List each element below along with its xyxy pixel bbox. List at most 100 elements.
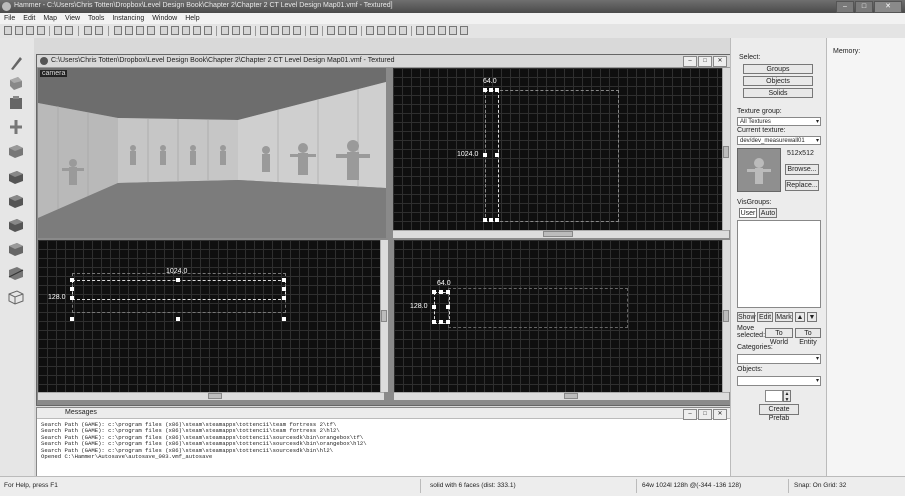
camera-tool-icon[interactable] bbox=[6, 94, 26, 112]
objects-button[interactable]: Objects bbox=[743, 76, 813, 86]
redo-icon[interactable] bbox=[95, 26, 103, 35]
block-tool-icon[interactable] bbox=[6, 142, 26, 160]
decal-tool-icon[interactable] bbox=[6, 216, 26, 234]
grid-icon[interactable] bbox=[4, 26, 12, 35]
menu-instancing[interactable]: Instancing bbox=[108, 13, 148, 24]
side-viewport[interactable]: 64.0 128.0 bbox=[394, 240, 724, 392]
texture-scale-lock-icon[interactable] bbox=[147, 26, 155, 35]
camera-icon[interactable] bbox=[416, 26, 424, 35]
decal-icon[interactable] bbox=[204, 26, 212, 35]
options-icon[interactable] bbox=[460, 26, 468, 35]
smaller-grid-icon[interactable] bbox=[26, 26, 34, 35]
maximize-button[interactable]: □ bbox=[855, 1, 873, 13]
prefab-count-field[interactable] bbox=[765, 390, 783, 402]
undo-icon[interactable] bbox=[84, 26, 92, 35]
texture-app-tool-icon[interactable] bbox=[6, 168, 26, 186]
messages-maximize-button[interactable]: □ bbox=[698, 409, 712, 420]
carve-icon[interactable] bbox=[54, 26, 62, 35]
cut-icon[interactable] bbox=[221, 26, 229, 35]
fit-view-icon[interactable] bbox=[310, 26, 318, 35]
solids-button[interactable]: Solids bbox=[743, 88, 813, 98]
top-hscroll-thumb[interactable] bbox=[543, 231, 573, 237]
check-problems-icon[interactable] bbox=[388, 26, 396, 35]
clipping-tool-icon[interactable] bbox=[6, 264, 26, 282]
toggle-models-icon[interactable] bbox=[327, 26, 335, 35]
categories-select[interactable]: ▾ bbox=[737, 354, 821, 364]
texture-lock-icon[interactable] bbox=[136, 26, 144, 35]
to-entity-button[interactable]: To Entity bbox=[795, 328, 821, 346]
compile-icon[interactable] bbox=[366, 26, 374, 35]
selection-icon[interactable] bbox=[160, 26, 168, 35]
hide-icon[interactable] bbox=[114, 26, 122, 35]
menu-edit[interactable]: Edit bbox=[19, 13, 39, 24]
menu-help[interactable]: Help bbox=[181, 13, 203, 24]
top-viewport-hscroll[interactable] bbox=[393, 230, 729, 238]
side-viewport-hscroll[interactable] bbox=[394, 392, 729, 400]
toggle-groups-icon[interactable] bbox=[349, 26, 357, 35]
current-texture-select[interactable]: dev/dev_measurewall01 ▾ bbox=[737, 136, 821, 145]
prefab-icon[interactable] bbox=[449, 26, 457, 35]
copy-icon[interactable] bbox=[232, 26, 240, 35]
doc-close-button[interactable]: ✕ bbox=[713, 56, 727, 67]
flat-icon[interactable] bbox=[271, 26, 279, 35]
close-button[interactable]: ✕ bbox=[874, 1, 902, 13]
texture-icon[interactable] bbox=[193, 26, 201, 35]
top-viewport-vscroll[interactable] bbox=[722, 68, 730, 230]
minimize-button[interactable]: – bbox=[836, 1, 854, 13]
front-hscroll-thumb[interactable] bbox=[208, 393, 222, 399]
front-viewport-hscroll[interactable] bbox=[38, 392, 384, 400]
entity-report-icon[interactable] bbox=[399, 26, 407, 35]
messages-close-button[interactable]: ✕ bbox=[713, 409, 727, 420]
doc-minimize-button[interactable]: – bbox=[683, 56, 697, 67]
group-icon[interactable] bbox=[65, 26, 73, 35]
messages-minimize-button[interactable]: – bbox=[683, 409, 697, 420]
prefab-spin-icon[interactable]: ▲ ▼ bbox=[783, 390, 791, 403]
wireframe-icon[interactable] bbox=[260, 26, 268, 35]
selection-tool-icon[interactable] bbox=[6, 54, 26, 72]
texture-group-select[interactable]: All Textures ▾ bbox=[737, 117, 821, 126]
doc-maximize-button[interactable]: □ bbox=[698, 56, 712, 67]
menu-file[interactable]: File bbox=[0, 13, 19, 24]
tab-user[interactable]: User bbox=[739, 208, 757, 218]
edit-button[interactable]: Edit bbox=[757, 312, 773, 322]
entity-icon[interactable] bbox=[171, 26, 179, 35]
show-button[interactable]: Show bbox=[737, 312, 756, 322]
top-viewport[interactable]: 64.0 1024.0 bbox=[393, 68, 729, 230]
menu-tools[interactable]: Tools bbox=[84, 13, 108, 24]
create-prefab-button[interactable]: Create Prefab bbox=[759, 404, 799, 422]
front-viewport[interactable]: 1024.0 128.0 bbox=[38, 240, 384, 392]
top-vscroll-thumb[interactable] bbox=[723, 146, 729, 158]
lighting-icon[interactable] bbox=[293, 26, 301, 35]
textured-icon[interactable] bbox=[282, 26, 290, 35]
map-info-icon[interactable] bbox=[427, 26, 435, 35]
replace-button[interactable]: Replace... bbox=[785, 180, 819, 191]
to-world-button[interactable]: To World bbox=[765, 328, 793, 346]
magnify-tool-icon[interactable] bbox=[6, 74, 26, 92]
front-vscroll-thumb[interactable] bbox=[381, 310, 387, 322]
objects-select[interactable]: ▾ bbox=[737, 376, 821, 386]
menu-view[interactable]: View bbox=[61, 13, 84, 24]
overlay-tool-icon[interactable] bbox=[6, 240, 26, 258]
grid-toggle-icon[interactable] bbox=[15, 26, 23, 35]
run-map-icon[interactable] bbox=[377, 26, 385, 35]
instancing-icon[interactable] bbox=[438, 26, 446, 35]
mark-button[interactable]: Mark bbox=[775, 312, 793, 322]
menu-window[interactable]: Window bbox=[148, 13, 181, 24]
move-up-icon[interactable]: ▲ bbox=[795, 312, 805, 322]
toggle-helpers-icon[interactable] bbox=[338, 26, 346, 35]
visgroups-list[interactable] bbox=[737, 220, 821, 308]
camera-viewport[interactable]: camera bbox=[38, 68, 386, 238]
menu-map[interactable]: Map bbox=[39, 13, 61, 24]
side-vscroll-thumb[interactable] bbox=[723, 310, 729, 322]
vertex-tool-icon[interactable] bbox=[6, 288, 26, 306]
groups-button[interactable]: Groups bbox=[743, 64, 813, 74]
block-icon[interactable] bbox=[182, 26, 190, 35]
entity-tool-icon[interactable] bbox=[6, 118, 26, 136]
apply-texture-tool-icon[interactable] bbox=[6, 192, 26, 210]
browse-button[interactable]: Browse... bbox=[785, 164, 819, 175]
move-down-icon[interactable]: ▼ bbox=[807, 312, 817, 322]
paste-icon[interactable] bbox=[243, 26, 251, 35]
tab-auto[interactable]: Auto bbox=[759, 208, 777, 218]
side-hscroll-thumb[interactable] bbox=[564, 393, 578, 399]
show-icon[interactable] bbox=[125, 26, 133, 35]
